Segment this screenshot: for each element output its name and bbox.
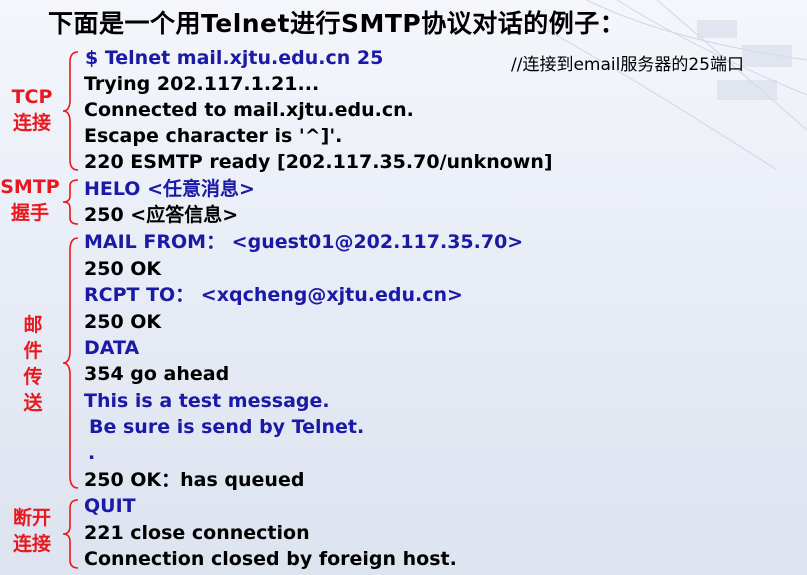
transcript-line-trying: Trying 202.117.1.21...	[84, 73, 320, 95]
connect-comment: //连接到email服务器的25端口	[511, 55, 744, 75]
transcript-line-helo: HELO <任意消息>	[84, 178, 255, 200]
label-mail-line3: 传	[23, 366, 43, 388]
transcript-line-221: 221 close connection	[84, 522, 310, 544]
label-tcp-line2: 连接	[12, 112, 51, 134]
label-mail-transfer: 邮 件 传 送	[20, 312, 46, 416]
transcript-line-telnet: $ Telnet mail.xjtu.edu.cn 25	[85, 47, 384, 69]
transcript-line-data: DATA	[84, 337, 140, 359]
transcript-line-message-2: Be sure is send by Telnet.	[89, 416, 365, 438]
transcript-line-354: 354 go ahead	[84, 363, 230, 385]
brace-mail-transfer	[62, 237, 79, 489]
page-title: 下面是一个用Telnet进行SMTP协议对话的例子：	[48, 9, 626, 38]
transcript-line-mail-from: MAIL FROM： <guest01@202.117.35.70>	[84, 231, 524, 253]
label-smtp-handshake: SMTP 握手	[0, 174, 60, 226]
brace-tcp	[62, 51, 79, 171]
label-tcp-connect: TCP 连接	[8, 84, 56, 136]
transcript-line-quit: QUIT	[84, 495, 136, 517]
transcript-line-250-ok-1: 250 OK	[84, 258, 162, 280]
brace-close	[62, 499, 79, 569]
transcript-line-queued: 250 OK：has queued	[84, 469, 305, 491]
label-mail-line2: 件	[23, 340, 43, 362]
brace-smtp	[62, 179, 79, 225]
transcript-line-message-1: This is a test message.	[84, 390, 330, 412]
label-close-connect: 断开 连接	[8, 505, 56, 557]
transcript-line-rcpt-to: RCPT TO： <xqcheng@xjtu.edu.cn>	[84, 284, 463, 306]
label-tcp-line1: TCP	[11, 86, 53, 108]
transcript-line-connected: Connected to mail.xjtu.edu.cn.	[84, 99, 414, 121]
transcript-line-250-ok-2: 250 OK	[84, 311, 162, 333]
label-mail-line1: 邮	[23, 314, 43, 336]
label-mail-line4: 送	[23, 392, 43, 414]
transcript-line-closed: Connection closed by foreign host.	[84, 548, 457, 570]
transcript-line-escape: Escape character is '^]'.	[84, 125, 343, 147]
label-smtp-line2: 握手	[10, 202, 49, 224]
transcript-line-dot: .	[88, 442, 96, 464]
label-smtp-line1: SMTP	[0, 176, 60, 198]
transcript-line-220: 220 ESMTP ready [202.117.35.70/unknown]	[84, 151, 553, 173]
label-close-line2: 连接	[12, 533, 51, 555]
transcript-line-250-helo: 250 <应答信息>	[84, 204, 239, 226]
label-close-line1: 断开	[12, 507, 51, 529]
